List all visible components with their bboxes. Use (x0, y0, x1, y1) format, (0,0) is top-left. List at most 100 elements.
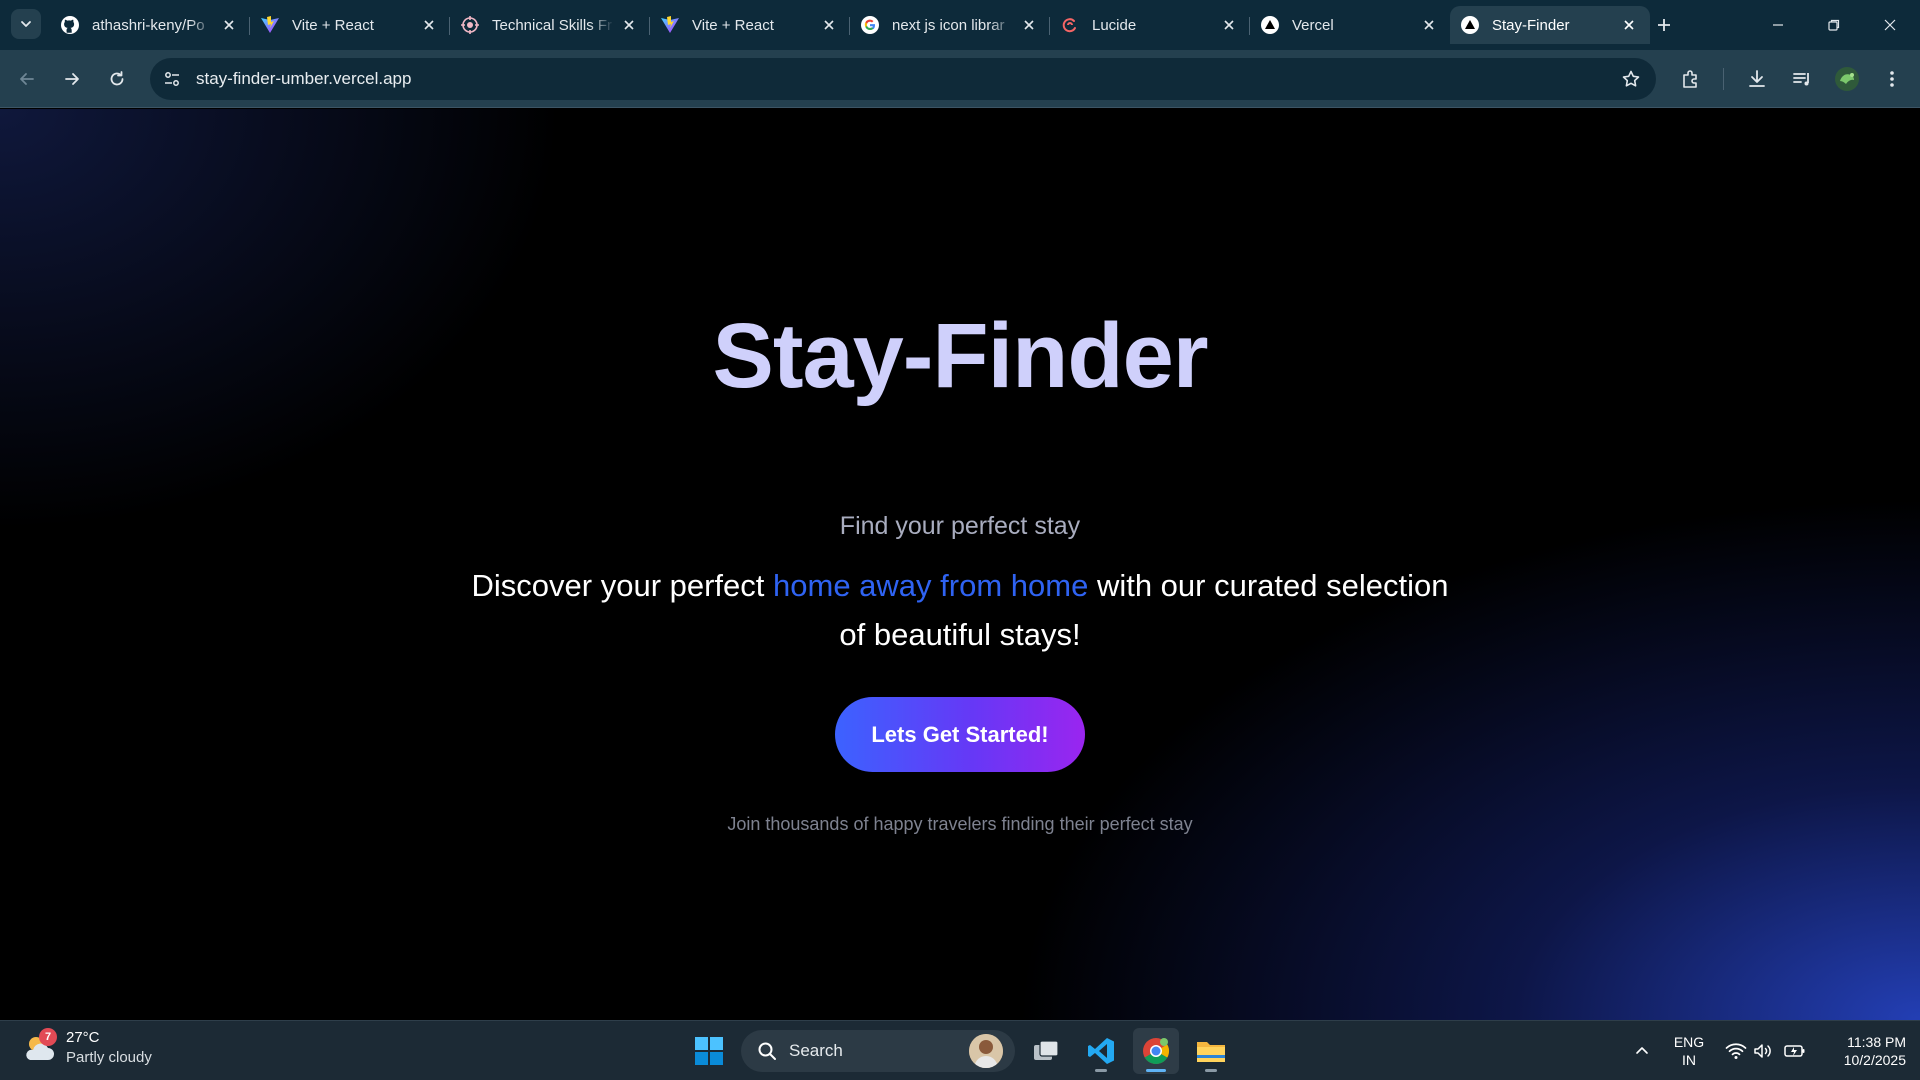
bookmark-button[interactable] (1618, 66, 1644, 92)
show-hidden-icons-button[interactable] (1628, 1021, 1656, 1080)
restore-button[interactable] (1806, 0, 1862, 50)
browser-tab[interactable]: Vite + React (250, 6, 450, 44)
search-icon (758, 1042, 776, 1060)
weather-condition: Partly cloudy (66, 1049, 152, 1066)
new-tab-button[interactable] (1652, 13, 1676, 37)
file-explorer-app[interactable] (1188, 1028, 1234, 1074)
close-icon[interactable] (420, 16, 438, 34)
page-content: Stay-Finder Find your perfect stay Disco… (0, 109, 1920, 1020)
menu-button[interactable] (1878, 65, 1906, 93)
back-button[interactable] (10, 62, 44, 96)
tagline-highlight: home away from home (773, 568, 1089, 603)
address-url[interactable]: stay-finder-umber.vercel.app (196, 69, 411, 89)
close-icon[interactable] (1420, 16, 1438, 34)
region-code: IN (1682, 1052, 1696, 1068)
tab-title: Vite + React (692, 16, 774, 34)
minimize-button[interactable] (1750, 0, 1806, 50)
close-icon[interactable] (620, 16, 638, 34)
chrome-app[interactable] (1133, 1028, 1179, 1074)
browser-tab[interactable]: Technical Skills Fr (450, 6, 650, 44)
clock-time: 11:38 PM (1847, 1034, 1906, 1050)
toolbar-divider (1723, 68, 1724, 90)
browser-tab[interactable]: next js icon librar (850, 6, 1050, 44)
reload-button[interactable] (100, 62, 134, 96)
tab-title: athashri-keny/Po (92, 16, 205, 34)
browser-tab-active[interactable]: Stay-Finder (1450, 6, 1650, 44)
site-info-button[interactable] (156, 63, 188, 95)
tab-title: Lucide (1092, 16, 1137, 34)
weather-badge: 7 (39, 1028, 57, 1046)
tab-search-button[interactable] (11, 9, 41, 39)
lucide-icon (1060, 15, 1080, 35)
reload-icon (110, 71, 124, 86)
hero-title: Stay-Finder (712, 305, 1208, 407)
tagline-text: Discover your perfect (471, 568, 774, 603)
close-icon[interactable] (1620, 16, 1638, 34)
language-code: ENG (1673, 1034, 1705, 1050)
arrow-right-icon (65, 73, 79, 85)
vscode-icon (1088, 1038, 1114, 1064)
clock-date: 10/2/2025 (1843, 1052, 1906, 1068)
close-window-button[interactable] (1862, 0, 1918, 50)
star-icon (1622, 70, 1640, 87)
profile-avatar[interactable] (1833, 65, 1861, 93)
tab-title: Vercel (1292, 16, 1334, 34)
more-vertical-icon (1890, 71, 1894, 87)
battery-charging-icon (1784, 1045, 1805, 1057)
folder-icon (1197, 1042, 1225, 1062)
search-highlight-avatar (969, 1034, 1003, 1068)
volume-icon (1754, 1044, 1771, 1058)
weather-widget[interactable]: 7 27°C Partly cloudy (22, 1028, 152, 1068)
close-icon[interactable] (1020, 16, 1038, 34)
running-indicator (1146, 1069, 1166, 1072)
running-indicator (1205, 1069, 1217, 1072)
tab-title: Vite + React (292, 16, 374, 34)
downloads-button[interactable] (1743, 65, 1771, 93)
tab-title: Stay-Finder (1492, 16, 1570, 34)
taskbar-search[interactable]: Search (741, 1030, 1015, 1072)
windows-taskbar: 7 27°C Partly cloudy Search ENG IN 11:38… (0, 1020, 1920, 1080)
download-icon (1749, 70, 1765, 87)
start-button[interactable] (686, 1028, 732, 1074)
browser-tab[interactable]: Vercel (1250, 6, 1450, 44)
battery-status[interactable] (1780, 1021, 1810, 1080)
google-icon (860, 15, 880, 35)
language-indicator[interactable]: ENG IN (1670, 1033, 1708, 1069)
extensions-button[interactable] (1677, 65, 1705, 93)
puzzle-icon (1683, 70, 1697, 88)
task-view-button[interactable] (1023, 1028, 1069, 1074)
address-bar[interactable]: stay-finder-umber.vercel.app (150, 58, 1656, 100)
close-icon[interactable] (820, 16, 838, 34)
browser-tab[interactable]: Vite + React (650, 6, 850, 44)
playlist-icon (1793, 73, 1809, 86)
hero-tagline: Discover your perfect home away from hom… (470, 561, 1450, 659)
chevron-up-icon (1636, 1047, 1648, 1054)
tune-icon (165, 72, 179, 86)
get-started-button[interactable]: Lets Get Started! (835, 697, 1085, 772)
arrow-left-icon (20, 73, 34, 85)
vscode-app[interactable] (1078, 1028, 1124, 1074)
running-indicator (1095, 1069, 1107, 1072)
vite-icon (260, 15, 280, 35)
search-label: Search (789, 1041, 843, 1060)
wifi-status[interactable] (1722, 1021, 1750, 1080)
volume-status[interactable] (1750, 1021, 1776, 1080)
hero-subtitle: Find your perfect stay (839, 512, 1081, 540)
tab-title: next js icon librar (892, 16, 1005, 34)
tab-title: Technical Skills Fr (492, 16, 613, 34)
wifi-icon (1725, 1043, 1747, 1059)
taskbar-clock[interactable]: 11:38 PM 10/2/2025 (1818, 1033, 1906, 1069)
plus-icon (1658, 19, 1670, 31)
partly-cloudy-icon: 7 (22, 1028, 58, 1066)
task-view-icon (1034, 1040, 1059, 1060)
weather-temp: 27°C (66, 1029, 100, 1046)
close-icon[interactable] (1220, 16, 1238, 34)
hero-footnote: Join thousands of happy travelers findin… (727, 814, 1193, 834)
media-controls-button[interactable] (1788, 65, 1816, 93)
browser-tab-strip: athashri-keny/Po Vite + React Technical … (0, 0, 1920, 50)
browser-tab[interactable]: Lucide (1050, 6, 1250, 44)
browser-tab[interactable]: athashri-keny/Po (50, 6, 250, 44)
restore-icon (1828, 19, 1840, 31)
forward-button[interactable] (55, 62, 89, 96)
close-icon[interactable] (220, 16, 238, 34)
